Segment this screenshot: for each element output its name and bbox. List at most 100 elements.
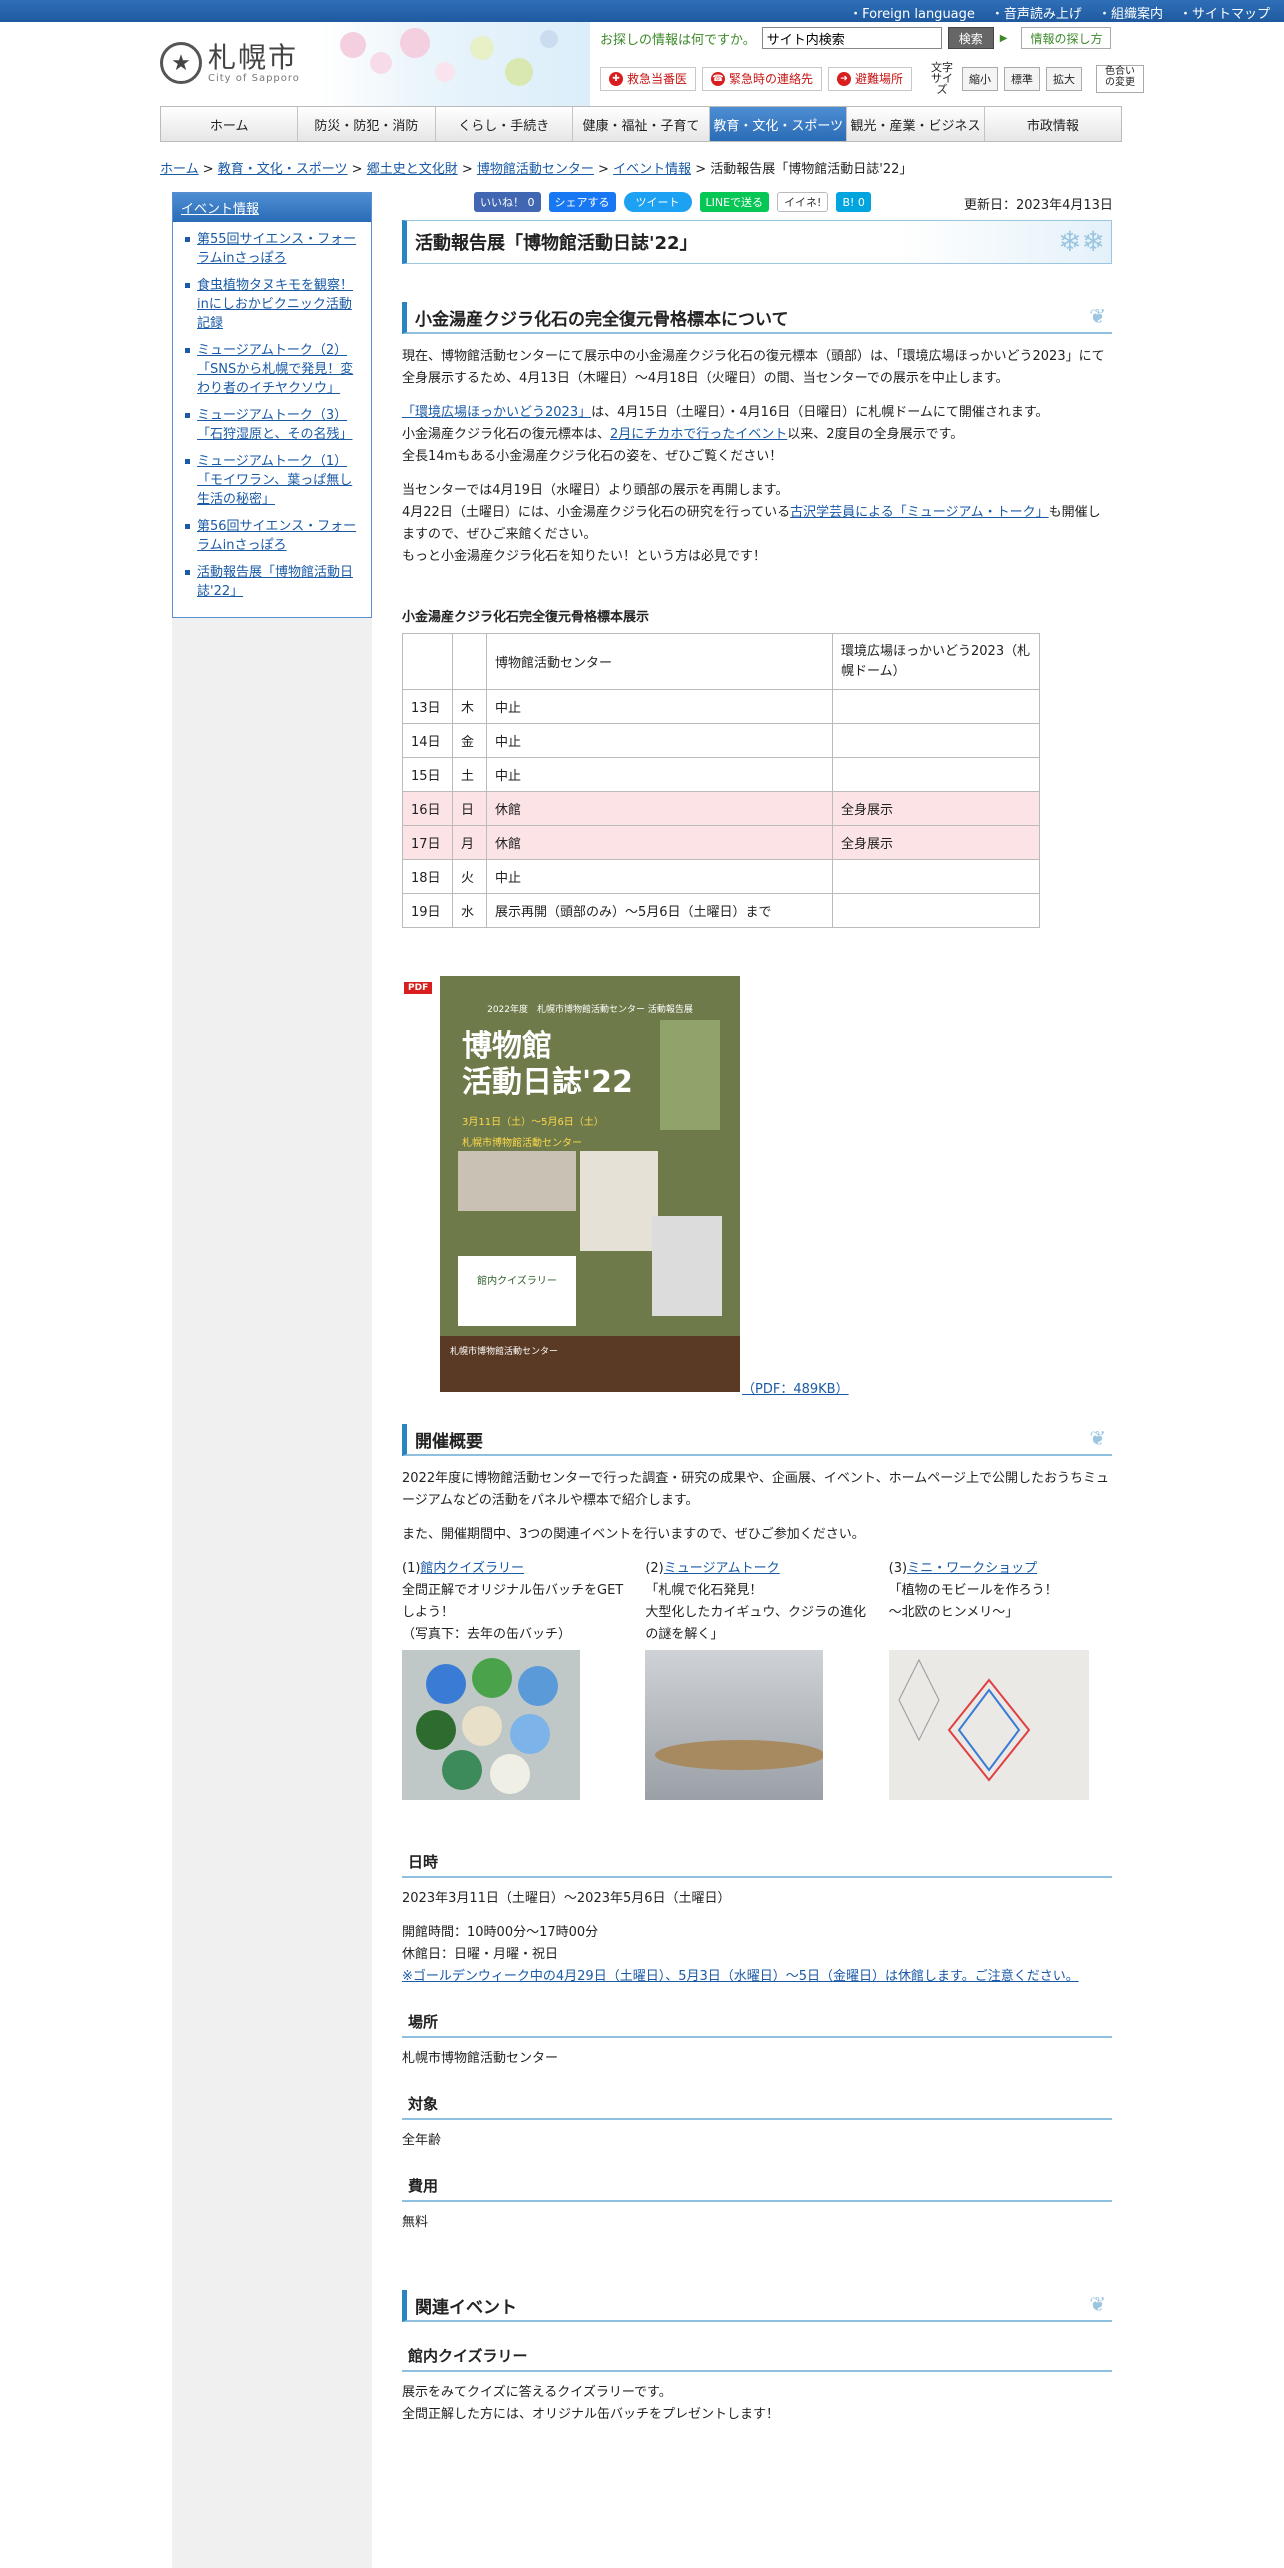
iine-button[interactable]: イイネ! xyxy=(777,192,829,212)
emergency-icon: ✚ xyxy=(609,71,623,86)
poster-pdf-link[interactable]: （PDF：489KB） xyxy=(742,1378,849,1397)
emergency-doctor-button[interactable]: ✚ 救急当番医 xyxy=(600,66,697,91)
emergency-contact-button[interactable]: ☎ 緊急時の連絡先 xyxy=(702,66,823,91)
environment-plaza-link[interactable]: 「環境広場ほっかいどう2023」 xyxy=(402,405,591,420)
breadcrumb-events[interactable]: イベント情報 xyxy=(613,162,691,177)
place-heading: 場所 xyxy=(402,2010,1112,2038)
quiz-rally-heading: 館内クイズラリー xyxy=(402,2344,1112,2372)
page-title: 活動報告展「博物館活動日誌'22」 ❄❄ xyxy=(402,220,1112,264)
target-text: 全年齢 xyxy=(402,2133,442,2148)
event-quiz-rally: (1)館内クイズラリー 全問正解でオリジナル缶バッチをGETしよう！ （写真下：… xyxy=(402,1558,625,1800)
whale-paragraph-5: 当センターでは4月19日（水曜日）より頭部の展示を再開します。 xyxy=(402,483,789,498)
dates-heading: 日時 xyxy=(402,1850,1112,1878)
whale-section-heading: 小金湯産クジラ化石の完全復元骨格標本について ❦ xyxy=(402,302,1112,334)
place-text: 札幌市博物館活動センター xyxy=(402,2051,559,2066)
breadcrumb-education[interactable]: 教育・文化・スポーツ xyxy=(218,162,348,177)
whale-skeleton-photo xyxy=(645,1650,824,1800)
leaf-decoration-icon: ❦ xyxy=(1089,1426,1106,1450)
nav-home[interactable]: ホーム xyxy=(161,107,299,141)
leaf-decoration-icon: ❦ xyxy=(1089,2292,1106,2316)
sidebar-event-menu: イベント情報 第55回サイエンス・フォーラムinさっぽろ 食虫植物タヌキモを観察… xyxy=(172,192,372,618)
exhibition-schedule-table: 博物館活動センター 環境広場ほっかいどう2023（札幌ドーム） 13日木中止 1… xyxy=(402,633,1040,928)
color-change-button[interactable]: 色合いの変更 xyxy=(1096,64,1145,93)
museum-talk-link[interactable]: 古沢学芸員による「ミュージアム・トーク」 xyxy=(790,505,1048,520)
breadcrumb-current: 活動報告展「博物館活動日誌'22」 xyxy=(710,162,913,177)
header-flower-image xyxy=(320,22,590,106)
chikaho-event-link[interactable]: 2月にチカホで行ったイベント xyxy=(610,427,787,442)
quiz-rally-text-1: 展示をみてクイズに答えるクイズラリーです。 xyxy=(402,2385,672,2400)
snowflake-icon: ❄❄ xyxy=(1058,225,1105,258)
line-share-button[interactable]: LINEで送る xyxy=(699,192,770,212)
arrow-right-icon: ▶ xyxy=(999,32,1008,44)
overview-paragraph-2: また、開催期間中、3つの関連イベントを行いますので、ぜひご参加ください。 xyxy=(402,1527,865,1542)
museum-talk-event-link[interactable]: ミュージアムトーク xyxy=(664,1561,780,1576)
sidebar-title[interactable]: イベント情報 xyxy=(173,193,371,222)
phone-icon: ☎ xyxy=(711,71,726,86)
sidebar-item-museum-talk-3[interactable]: ミュージアムトーク（3）「石狩湿原と、その名残」 xyxy=(197,408,352,442)
sapporo-logo[interactable]: ★ 札幌市 City of Sapporo xyxy=(160,42,300,84)
nav-tourism[interactable]: 観光・産業・ビジネス xyxy=(847,107,985,141)
related-events-heading: 関連イベント ❦ xyxy=(402,2290,1112,2322)
whale-paragraph-6: 4月22日（土曜日）には、小金湯産クジラ化石の研究を行っている古沢学芸員による「… xyxy=(402,505,1101,542)
search-button[interactable]: 検索 xyxy=(947,27,994,49)
whale-paragraph-1: 現在、博物館活動センターにて展示中の小金湯産クジラ化石の復元標本（頭部）は、「環… xyxy=(402,349,1105,386)
sidebar-item-museum-talk-2[interactable]: ミュージアムトーク（2）「SNSから札幌で発見！変わり者のイチヤクソウ」 xyxy=(197,343,353,396)
dates-hours: 開館時間：10時00分～17時00分 xyxy=(402,1925,599,1940)
font-size-large-button[interactable]: 拡大 xyxy=(1046,66,1083,91)
site-search-input[interactable] xyxy=(761,27,942,49)
table-row: 18日火中止 xyxy=(402,859,1040,894)
nav-education[interactable]: 教育・文化・スポーツ xyxy=(710,107,848,141)
header-environment-plaza: 環境広場ほっかいどう2023（札幌ドーム） xyxy=(832,633,1040,690)
font-size-normal-button[interactable]: 標準 xyxy=(1004,66,1041,91)
info-search-guide-button[interactable]: 情報の探し方 xyxy=(1021,27,1112,49)
breadcrumb-history[interactable]: 郷土史と文化財 xyxy=(367,162,458,177)
nav-life[interactable]: くらし・手続き xyxy=(436,107,573,141)
table-caption: 小金湯産クジラ化石完全復元骨格標本展示 xyxy=(402,610,650,625)
font-size-small-button[interactable]: 縮小 xyxy=(962,66,999,91)
breadcrumb-home[interactable]: ホーム xyxy=(160,162,199,177)
site-header: ★ 札幌市 City of Sapporo お探しの情報は何ですか。 検索 ▶ … xyxy=(0,22,1284,106)
evacuation-site-button[interactable]: ➜ 避難場所 xyxy=(828,66,913,91)
font-size-label: 文字サイズ xyxy=(931,61,954,96)
hatena-bookmark-button[interactable]: B! 0 xyxy=(836,192,871,212)
sidebar-item-tanukimo[interactable]: 食虫植物タヌキモを観察！inにしおかビクニック活動記録 xyxy=(197,278,353,331)
sidebar-item-science-forum-55[interactable]: 第55回サイエンス・フォーラムinさっぽろ xyxy=(197,232,356,266)
whale-paragraph-2: 「環境広場ほっかいどう2023」は、4月15日（土曜日）・4月16日（日曜日）に… xyxy=(402,405,1049,420)
table-row: 13日木中止 xyxy=(402,689,1040,724)
poster-block: PDF 2022年度 札幌市博物館活動センター 活動報告展 博物館 活動日誌'2… xyxy=(402,976,1112,1397)
sidebar-item-museum-talk-1[interactable]: ミュージアムトーク（1）「モイワラン、葉っぱ無し生活の秘密」 xyxy=(197,454,352,507)
event-museum-talk: (2)ミュージアムトーク 「札幌で化石発見！ 大型化したカイギュウ、クジラの進化… xyxy=(645,1558,868,1800)
facebook-share-button[interactable]: シェアする xyxy=(548,192,616,212)
pdf-icon: PDF xyxy=(404,982,433,994)
foreign-language-link[interactable]: Foreign language xyxy=(849,3,975,22)
leaf-decoration-icon: ❦ xyxy=(1089,304,1106,328)
breadcrumb-museum[interactable]: 博物館活動センター xyxy=(477,162,594,177)
top-utility-bar: Foreign language 音声読み上げ 組織案内 サイトマップ xyxy=(0,0,1284,22)
organization-link[interactable]: 組織案内 xyxy=(1098,3,1163,22)
mini-workshop-link[interactable]: ミニ・ワークショップ xyxy=(907,1561,1037,1576)
himmeli-mobile-icon xyxy=(898,1658,1030,1782)
nav-city-info[interactable]: 市政情報 xyxy=(985,107,1121,141)
nav-disaster[interactable]: 防災・防犯・消防 xyxy=(298,107,436,141)
logo-text-en: City of Sapporo xyxy=(208,72,300,84)
sidebar-item-science-forum-56[interactable]: 第56回サイエンス・フォーラムinさっぽろ xyxy=(197,519,356,553)
sitemap-link[interactable]: サイトマップ xyxy=(1179,3,1270,22)
sidebar-item-activity-report[interactable]: 活動報告展「博物館活動日誌'22」 xyxy=(197,565,353,599)
overview-heading: 開催概要 ❦ xyxy=(402,1424,1112,1456)
badges-photo xyxy=(402,1650,580,1800)
evacuation-icon: ➜ xyxy=(837,71,852,86)
tweet-button[interactable]: ツイート xyxy=(623,192,692,212)
poster-image[interactable]: 2022年度 札幌市博物館活動センター 活動報告展 博物館 活動日誌'22 3月… xyxy=(440,976,740,1392)
main-content: 活動報告展「博物館活動日誌'22」 ❄❄ 小金湯産クジラ化石の完全復元骨格標本につ… xyxy=(402,220,1112,2426)
social-buttons: いいね！ 0 シェアする ツイート LINEで送る イイネ! B! 0 xyxy=(474,192,871,212)
overview-paragraph-1: 2022年度に博物館活動センターで行った調査・研究の成果や、企画展、イベント、ホ… xyxy=(402,1471,1110,1508)
golden-week-notice-link[interactable]: ※ゴールデンウィーク中の4月29日（土曜日）、5月3日（水曜日）～5日（金曜日）… xyxy=(402,1969,1079,1984)
voice-reading-link[interactable]: 音声読み上げ xyxy=(991,3,1082,22)
dates-closed: 休館日：日曜・月曜・祝日 xyxy=(402,1947,559,1962)
cost-text: 無料 xyxy=(402,2215,429,2230)
city-emblem-icon: ★ xyxy=(160,42,202,84)
quiz-rally-link[interactable]: 館内クイズラリー xyxy=(420,1561,524,1576)
nav-health[interactable]: 健康・福祉・子育て xyxy=(573,107,711,141)
table-row: 14日金中止 xyxy=(402,723,1040,758)
facebook-like-button[interactable]: いいね！ 0 xyxy=(474,192,541,212)
